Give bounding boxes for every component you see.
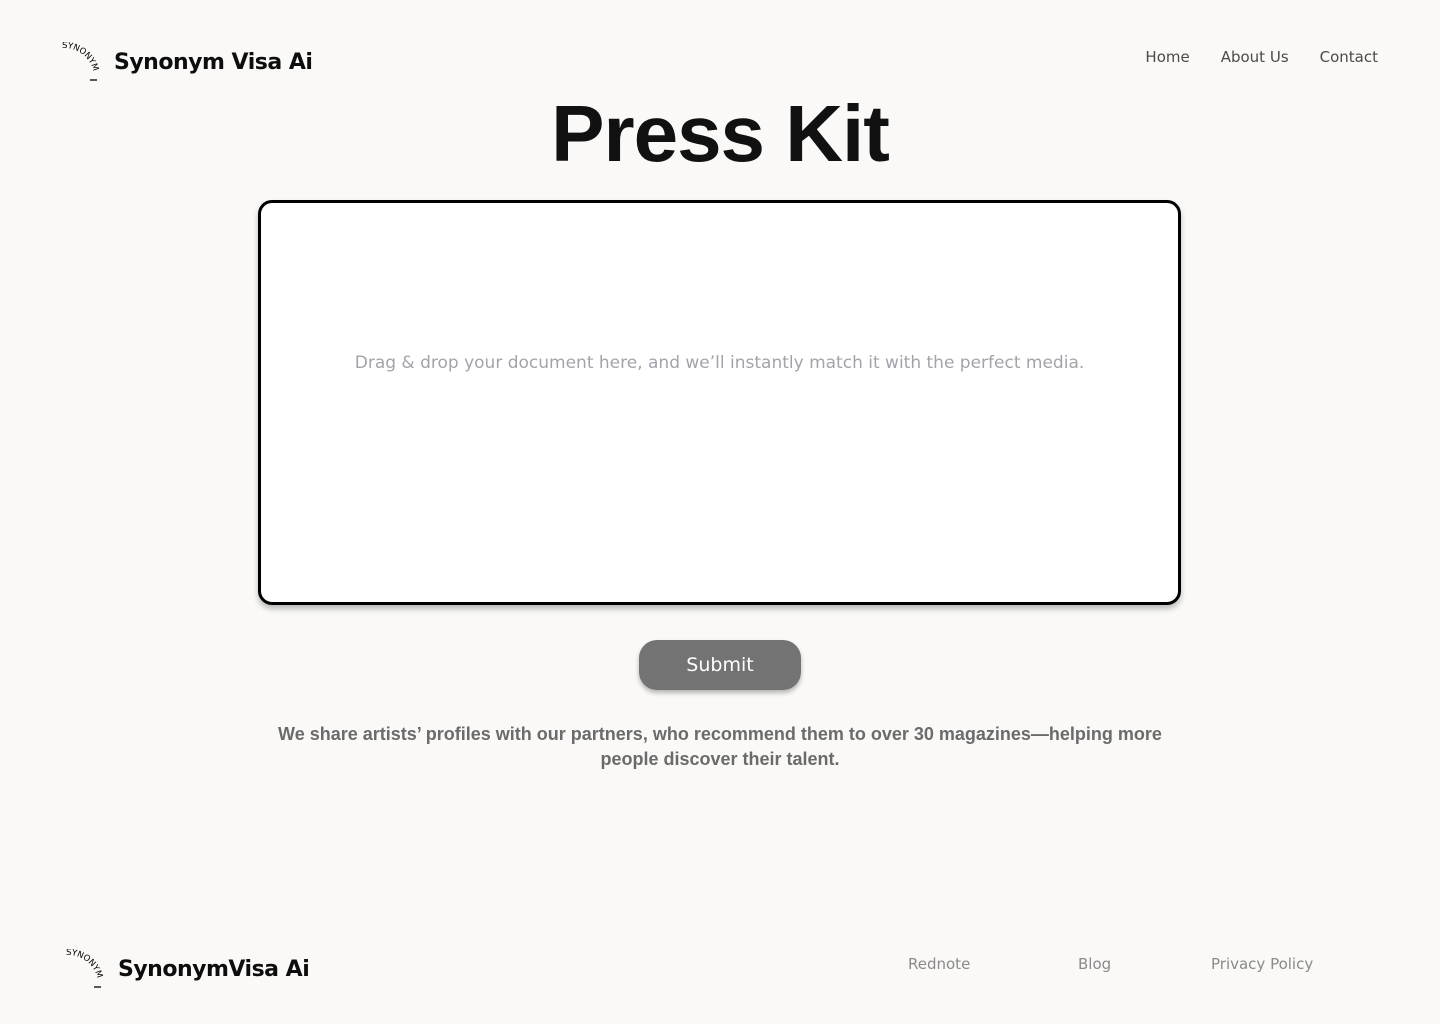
svg-text:SYNONYM: SYNONYM <box>62 42 100 72</box>
footer-link-privacy-policy[interactable]: Privacy Policy <box>1211 955 1313 973</box>
nav-home[interactable]: Home <box>1145 48 1189 66</box>
description-text: We share artists’ profiles with our part… <box>278 724 1162 769</box>
footer-link-rednote[interactable]: Rednote <box>908 955 970 973</box>
submit-button[interactable]: Submit <box>639 640 801 690</box>
nav-contact[interactable]: Contact <box>1320 48 1378 66</box>
brand-name: Synonym Visa Ai <box>114 49 313 75</box>
main-nav: Home About Us Contact <box>1145 48 1378 66</box>
page-title: Press Kit <box>551 89 890 178</box>
logo-text: SYNONYM <box>62 42 100 72</box>
header-logo[interactable]: SYNONYM Synonym Visa Ai <box>60 42 313 82</box>
dropzone-instructions: Drag & drop your document here, and we’l… <box>354 353 1085 373</box>
footer-links: Rednote Blog Privacy Policy <box>0 955 1440 975</box>
logo-icon: SYNONYM <box>62 42 100 81</box>
document-dropzone[interactable]: Drag & drop your document here, and we’l… <box>258 200 1181 605</box>
nav-about-us[interactable]: About Us <box>1221 48 1289 66</box>
footer-link-blog[interactable]: Blog <box>1078 955 1111 973</box>
